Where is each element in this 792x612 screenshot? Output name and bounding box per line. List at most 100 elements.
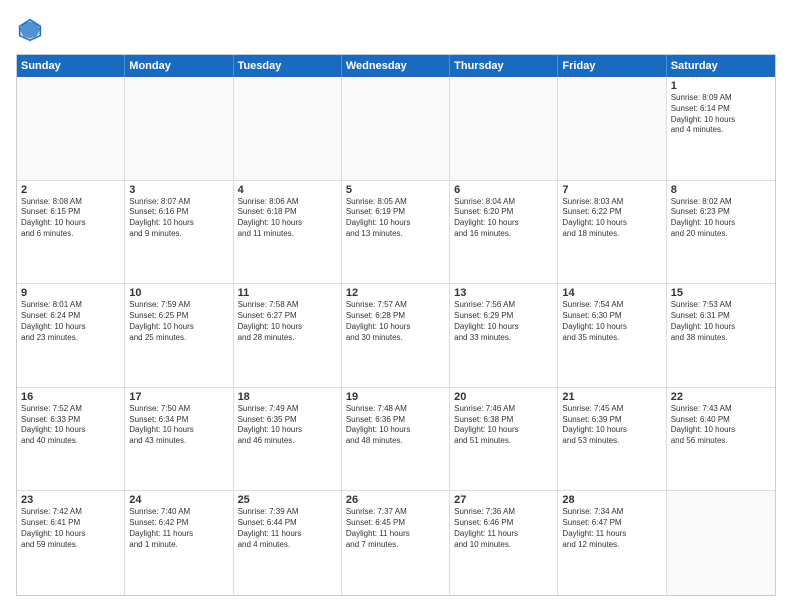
day-number: 7 bbox=[562, 184, 661, 196]
day-info: Sunrise: 8:09 AM Sunset: 6:14 PM Dayligh… bbox=[671, 93, 771, 136]
day-number: 24 bbox=[129, 494, 228, 506]
calendar-cell: 20Sunrise: 7:46 AM Sunset: 6:38 PM Dayli… bbox=[450, 388, 558, 491]
day-number: 15 bbox=[671, 287, 771, 299]
calendar-cell: 5Sunrise: 8:05 AM Sunset: 6:19 PM Daylig… bbox=[342, 181, 450, 284]
day-number: 2 bbox=[21, 184, 120, 196]
day-info: Sunrise: 8:06 AM Sunset: 6:18 PM Dayligh… bbox=[238, 197, 337, 240]
calendar-cell: 25Sunrise: 7:39 AM Sunset: 6:44 PM Dayli… bbox=[234, 491, 342, 595]
calendar-cell: 17Sunrise: 7:50 AM Sunset: 6:34 PM Dayli… bbox=[125, 388, 233, 491]
calendar-cell: 7Sunrise: 8:03 AM Sunset: 6:22 PM Daylig… bbox=[558, 181, 666, 284]
calendar-row: 2Sunrise: 8:08 AM Sunset: 6:15 PM Daylig… bbox=[17, 181, 775, 285]
day-number: 14 bbox=[562, 287, 661, 299]
day-number: 5 bbox=[346, 184, 445, 196]
day-info: Sunrise: 7:53 AM Sunset: 6:31 PM Dayligh… bbox=[671, 300, 771, 343]
day-number: 25 bbox=[238, 494, 337, 506]
calendar-cell: 4Sunrise: 8:06 AM Sunset: 6:18 PM Daylig… bbox=[234, 181, 342, 284]
calendar-cell: 15Sunrise: 7:53 AM Sunset: 6:31 PM Dayli… bbox=[667, 284, 775, 387]
calendar-cell bbox=[234, 77, 342, 180]
day-info: Sunrise: 7:40 AM Sunset: 6:42 PM Dayligh… bbox=[129, 507, 228, 550]
calendar-cell: 3Sunrise: 8:07 AM Sunset: 6:16 PM Daylig… bbox=[125, 181, 233, 284]
calendar-cell: 12Sunrise: 7:57 AM Sunset: 6:28 PM Dayli… bbox=[342, 284, 450, 387]
calendar-cell: 18Sunrise: 7:49 AM Sunset: 6:35 PM Dayli… bbox=[234, 388, 342, 491]
calendar-body: 1Sunrise: 8:09 AM Sunset: 6:14 PM Daylig… bbox=[17, 77, 775, 595]
day-number: 16 bbox=[21, 391, 120, 403]
day-info: Sunrise: 7:43 AM Sunset: 6:40 PM Dayligh… bbox=[671, 404, 771, 447]
calendar-row: 16Sunrise: 7:52 AM Sunset: 6:33 PM Dayli… bbox=[17, 388, 775, 492]
day-info: Sunrise: 7:49 AM Sunset: 6:35 PM Dayligh… bbox=[238, 404, 337, 447]
weekday-header: Tuesday bbox=[234, 55, 342, 77]
calendar-cell: 28Sunrise: 7:34 AM Sunset: 6:47 PM Dayli… bbox=[558, 491, 666, 595]
calendar-row: 9Sunrise: 8:01 AM Sunset: 6:24 PM Daylig… bbox=[17, 284, 775, 388]
calendar-cell: 1Sunrise: 8:09 AM Sunset: 6:14 PM Daylig… bbox=[667, 77, 775, 180]
weekday-header: Wednesday bbox=[342, 55, 450, 77]
day-number: 22 bbox=[671, 391, 771, 403]
day-info: Sunrise: 7:39 AM Sunset: 6:44 PM Dayligh… bbox=[238, 507, 337, 550]
calendar-cell: 6Sunrise: 8:04 AM Sunset: 6:20 PM Daylig… bbox=[450, 181, 558, 284]
day-info: Sunrise: 7:37 AM Sunset: 6:45 PM Dayligh… bbox=[346, 507, 445, 550]
day-number: 26 bbox=[346, 494, 445, 506]
calendar-cell: 26Sunrise: 7:37 AM Sunset: 6:45 PM Dayli… bbox=[342, 491, 450, 595]
calendar: SundayMondayTuesdayWednesdayThursdayFrid… bbox=[16, 54, 776, 596]
day-info: Sunrise: 7:45 AM Sunset: 6:39 PM Dayligh… bbox=[562, 404, 661, 447]
day-info: Sunrise: 7:46 AM Sunset: 6:38 PM Dayligh… bbox=[454, 404, 553, 447]
calendar-cell: 22Sunrise: 7:43 AM Sunset: 6:40 PM Dayli… bbox=[667, 388, 775, 491]
day-info: Sunrise: 8:04 AM Sunset: 6:20 PM Dayligh… bbox=[454, 197, 553, 240]
calendar-cell: 23Sunrise: 7:42 AM Sunset: 6:41 PM Dayli… bbox=[17, 491, 125, 595]
day-number: 11 bbox=[238, 287, 337, 299]
day-number: 4 bbox=[238, 184, 337, 196]
calendar-row: 1Sunrise: 8:09 AM Sunset: 6:14 PM Daylig… bbox=[17, 77, 775, 181]
day-number: 20 bbox=[454, 391, 553, 403]
day-info: Sunrise: 7:48 AM Sunset: 6:36 PM Dayligh… bbox=[346, 404, 445, 447]
weekday-header: Friday bbox=[558, 55, 666, 77]
calendar-cell: 10Sunrise: 7:59 AM Sunset: 6:25 PM Dayli… bbox=[125, 284, 233, 387]
day-number: 13 bbox=[454, 287, 553, 299]
calendar-cell: 21Sunrise: 7:45 AM Sunset: 6:39 PM Dayli… bbox=[558, 388, 666, 491]
logo bbox=[16, 16, 48, 44]
calendar-cell bbox=[667, 491, 775, 595]
day-info: Sunrise: 8:03 AM Sunset: 6:22 PM Dayligh… bbox=[562, 197, 661, 240]
weekday-header: Sunday bbox=[17, 55, 125, 77]
calendar-cell: 16Sunrise: 7:52 AM Sunset: 6:33 PM Dayli… bbox=[17, 388, 125, 491]
day-info: Sunrise: 8:05 AM Sunset: 6:19 PM Dayligh… bbox=[346, 197, 445, 240]
calendar-cell: 8Sunrise: 8:02 AM Sunset: 6:23 PM Daylig… bbox=[667, 181, 775, 284]
day-info: Sunrise: 8:02 AM Sunset: 6:23 PM Dayligh… bbox=[671, 197, 771, 240]
day-number: 27 bbox=[454, 494, 553, 506]
day-number: 8 bbox=[671, 184, 771, 196]
day-number: 19 bbox=[346, 391, 445, 403]
day-info: Sunrise: 8:07 AM Sunset: 6:16 PM Dayligh… bbox=[129, 197, 228, 240]
calendar-cell: 14Sunrise: 7:54 AM Sunset: 6:30 PM Dayli… bbox=[558, 284, 666, 387]
calendar-cell: 13Sunrise: 7:56 AM Sunset: 6:29 PM Dayli… bbox=[450, 284, 558, 387]
day-number: 10 bbox=[129, 287, 228, 299]
calendar-cell: 2Sunrise: 8:08 AM Sunset: 6:15 PM Daylig… bbox=[17, 181, 125, 284]
calendar-cell bbox=[125, 77, 233, 180]
weekday-header: Thursday bbox=[450, 55, 558, 77]
logo-icon bbox=[16, 16, 44, 44]
day-number: 6 bbox=[454, 184, 553, 196]
calendar-row: 23Sunrise: 7:42 AM Sunset: 6:41 PM Dayli… bbox=[17, 491, 775, 595]
day-info: Sunrise: 8:01 AM Sunset: 6:24 PM Dayligh… bbox=[21, 300, 120, 343]
calendar-cell: 9Sunrise: 8:01 AM Sunset: 6:24 PM Daylig… bbox=[17, 284, 125, 387]
day-info: Sunrise: 7:59 AM Sunset: 6:25 PM Dayligh… bbox=[129, 300, 228, 343]
day-info: Sunrise: 7:36 AM Sunset: 6:46 PM Dayligh… bbox=[454, 507, 553, 550]
day-info: Sunrise: 7:58 AM Sunset: 6:27 PM Dayligh… bbox=[238, 300, 337, 343]
day-number: 28 bbox=[562, 494, 661, 506]
weekday-header: Monday bbox=[125, 55, 233, 77]
day-number: 1 bbox=[671, 80, 771, 92]
calendar-cell: 11Sunrise: 7:58 AM Sunset: 6:27 PM Dayli… bbox=[234, 284, 342, 387]
calendar-cell bbox=[450, 77, 558, 180]
day-info: Sunrise: 7:42 AM Sunset: 6:41 PM Dayligh… bbox=[21, 507, 120, 550]
day-number: 23 bbox=[21, 494, 120, 506]
calendar-cell: 24Sunrise: 7:40 AM Sunset: 6:42 PM Dayli… bbox=[125, 491, 233, 595]
header bbox=[16, 16, 776, 44]
calendar-cell bbox=[17, 77, 125, 180]
calendar-cell: 27Sunrise: 7:36 AM Sunset: 6:46 PM Dayli… bbox=[450, 491, 558, 595]
day-number: 18 bbox=[238, 391, 337, 403]
weekday-header: Saturday bbox=[667, 55, 775, 77]
calendar-header: SundayMondayTuesdayWednesdayThursdayFrid… bbox=[17, 55, 775, 77]
day-number: 12 bbox=[346, 287, 445, 299]
day-info: Sunrise: 7:54 AM Sunset: 6:30 PM Dayligh… bbox=[562, 300, 661, 343]
day-number: 21 bbox=[562, 391, 661, 403]
calendar-cell bbox=[342, 77, 450, 180]
day-number: 3 bbox=[129, 184, 228, 196]
day-number: 9 bbox=[21, 287, 120, 299]
